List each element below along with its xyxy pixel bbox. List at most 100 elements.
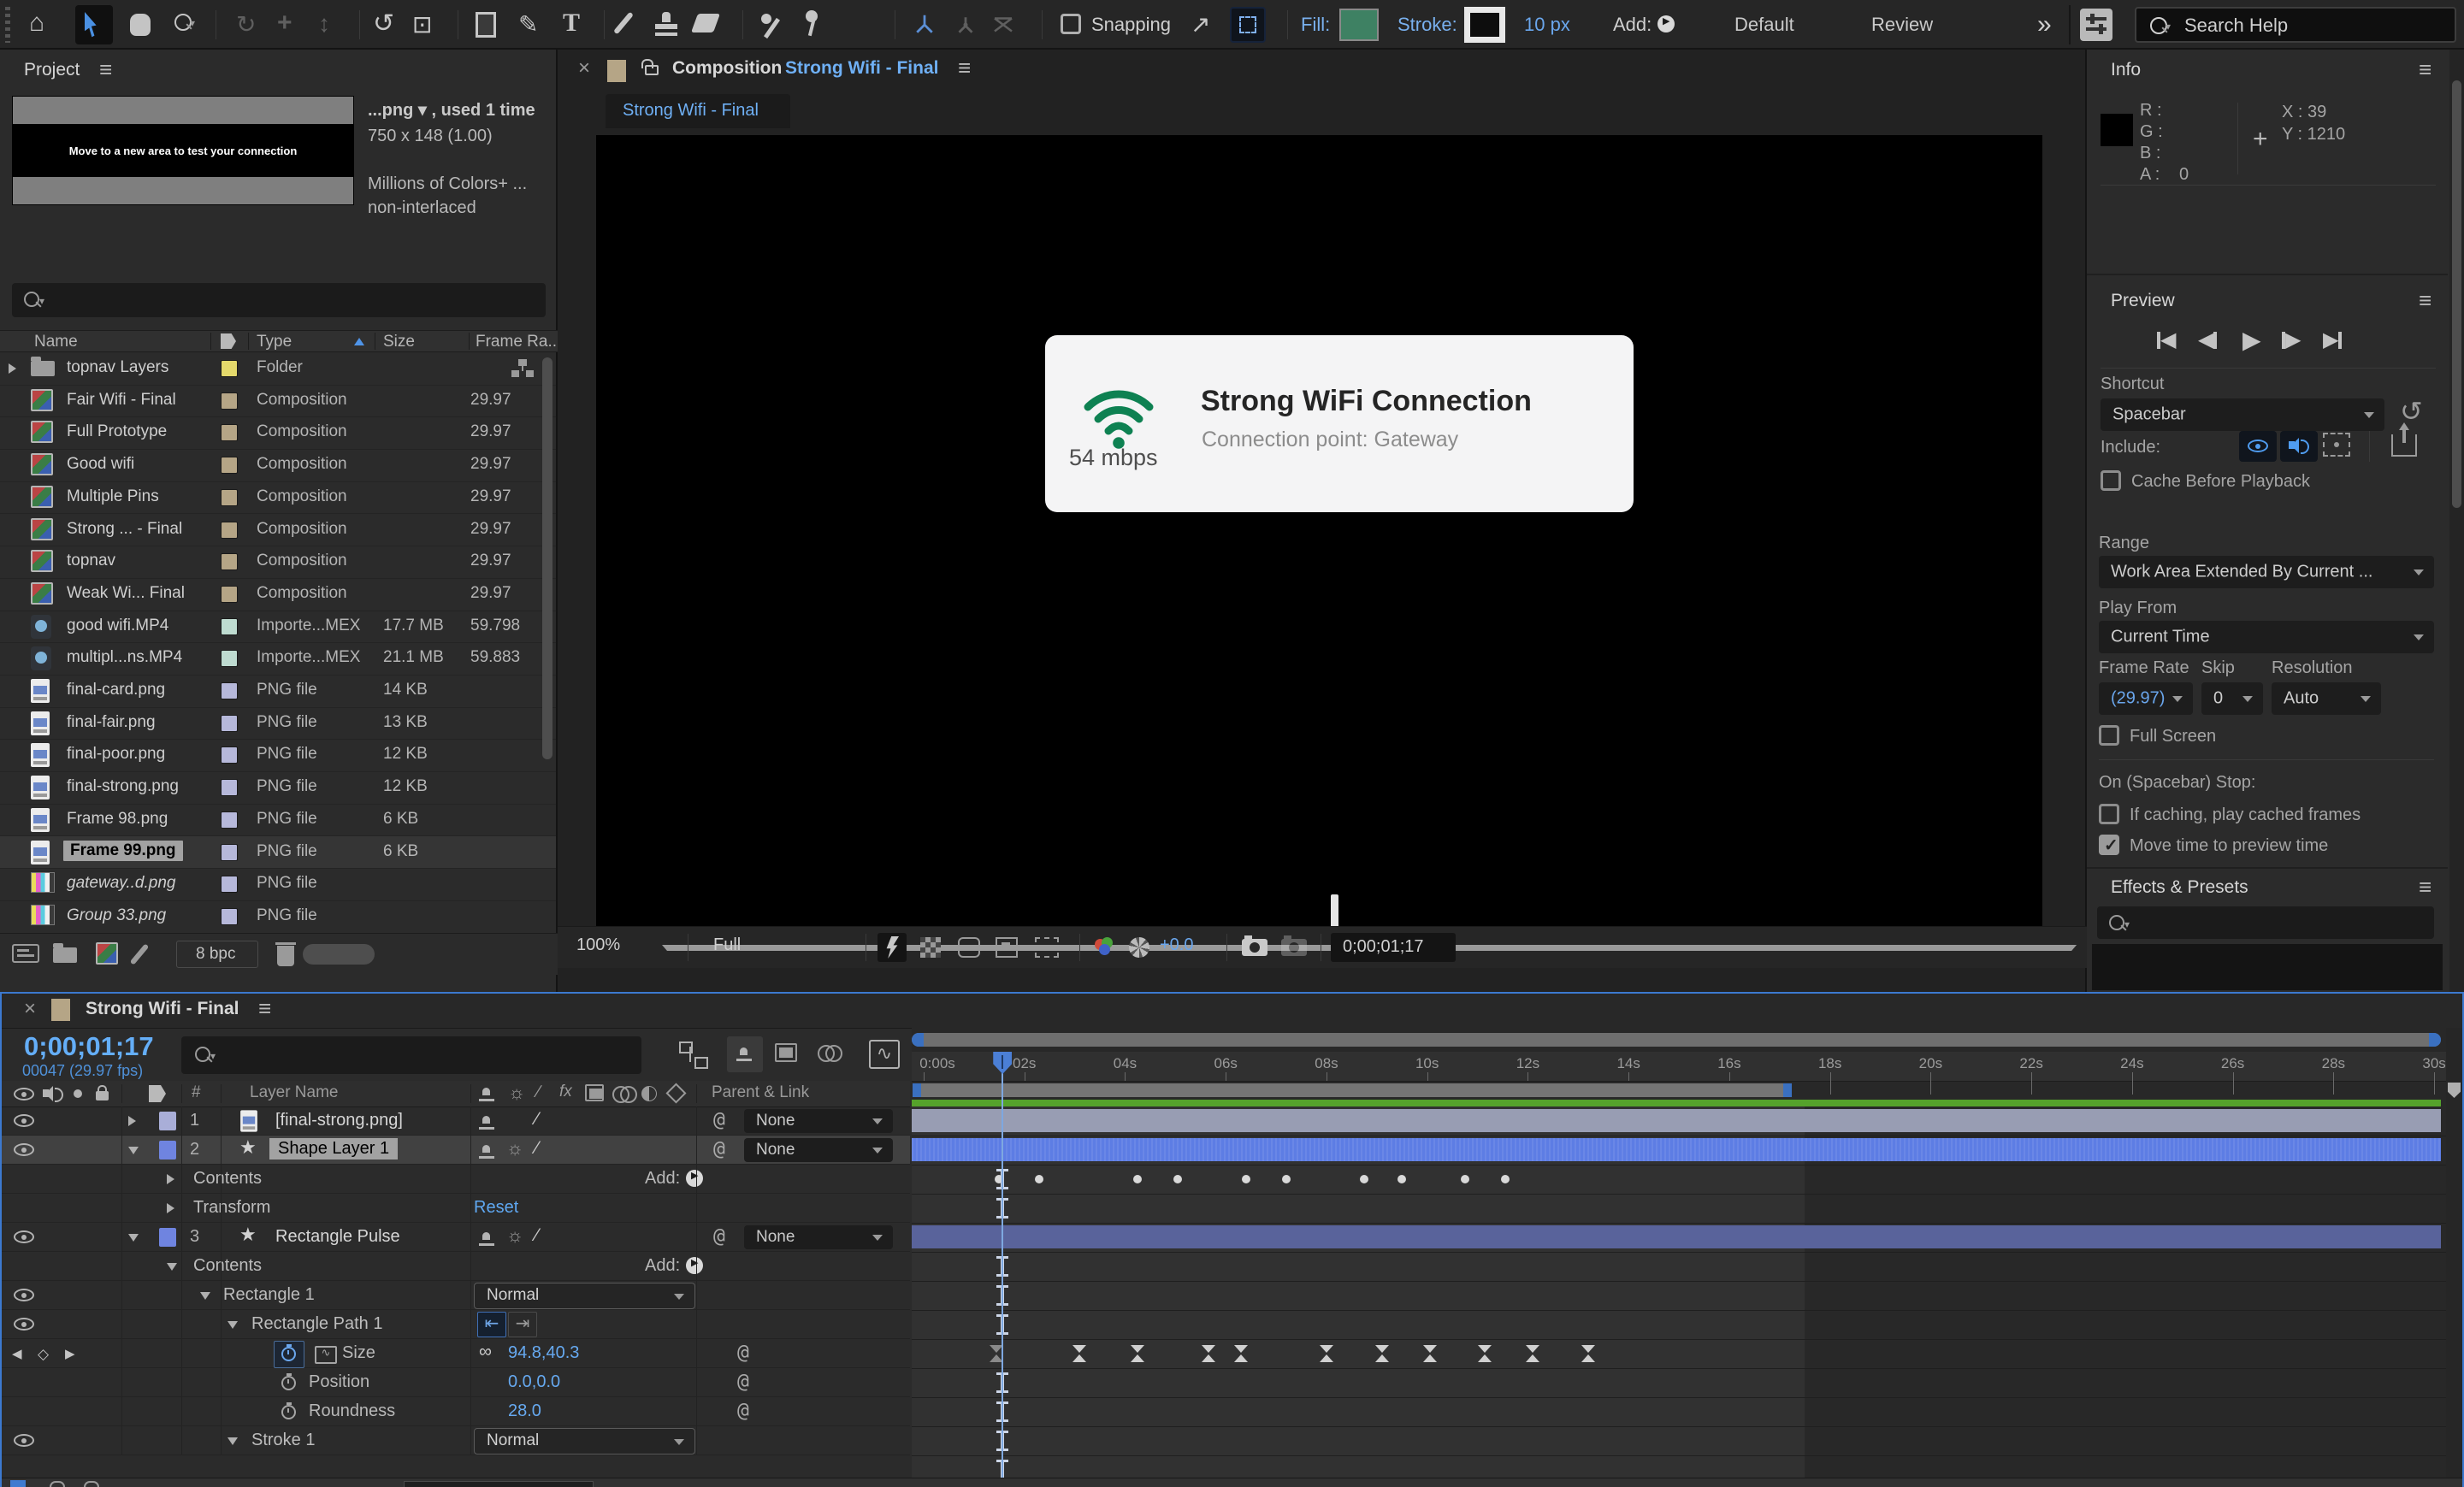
effects-panel-title[interactable]: Effects & Presets <box>2111 877 2248 898</box>
workspace-tab-default[interactable]: Default <box>1734 14 1794 36</box>
column-name[interactable]: Name <box>34 333 78 351</box>
column-label-icon[interactable] <box>221 333 236 349</box>
motion-blur-master-icon[interactable] <box>818 1045 842 1062</box>
layer-duration-bar[interactable] <box>912 1225 2441 1248</box>
preview-panel-title[interactable]: Preview <box>2111 291 2175 311</box>
navigator-start-handle[interactable] <box>912 1033 924 1047</box>
label-color-swatch[interactable] <box>221 746 238 764</box>
parent-link-dropdown[interactable]: None <box>744 1109 893 1133</box>
list-item[interactable]: Frame 98.pngPNG file6 KB <box>0 804 556 837</box>
view-axis-mode-icon[interactable] <box>990 12 1016 38</box>
layer-label-swatch[interactable] <box>159 1112 176 1130</box>
column-shy-icon[interactable] <box>479 1087 494 1101</box>
property-row[interactable]: Roundness28.0@ <box>2 1397 910 1426</box>
layer-name[interactable]: Shape Layer 1 <box>269 1138 398 1160</box>
roto-brush-tool[interactable] <box>759 12 783 38</box>
mini-flowchart-icon[interactable] <box>677 1040 708 1069</box>
twirl-icon[interactable] <box>128 1147 139 1154</box>
info-panel-title[interactable]: Info <box>2111 60 2141 80</box>
comp-canvas[interactable]: 54 mbps Strong WiFi Connection Connectio… <box>596 135 2042 926</box>
property-pickwhip-icon[interactable]: @ <box>737 1400 749 1422</box>
shortcut-dropdown[interactable]: Spacebar <box>2101 398 2384 431</box>
work-area-bar[interactable] <box>912 1083 1793 1098</box>
add-shape-property-button[interactable] <box>686 1170 703 1187</box>
twirl-icon[interactable] <box>167 1174 174 1184</box>
interpret-footage-icon[interactable] <box>12 944 39 963</box>
column-size[interactable]: Size <box>383 333 415 351</box>
resolution-value[interactable]: Full <box>713 935 741 955</box>
list-item[interactable]: final-card.pngPNG file14 KB <box>0 675 556 708</box>
list-item[interactable]: Fair Wifi - FinalComposition29.97 <box>0 385 556 418</box>
size-keyframe[interactable] <box>1234 1345 1248 1362</box>
list-item[interactable]: Good wifiComposition29.97 <box>0 449 556 482</box>
label-color-swatch[interactable] <box>221 715 238 732</box>
snapping-checkbox[interactable] <box>1061 14 1081 34</box>
group-name[interactable]: Stroke 1 <box>251 1431 315 1450</box>
property-name[interactable]: Roundness <box>309 1401 395 1421</box>
show-snapshot-icon[interactable] <box>1281 939 1307 956</box>
twirl-icon[interactable] <box>200 1292 210 1300</box>
layer-visibility-eye-icon[interactable] <box>14 1230 34 1244</box>
column-motion-blur-icon[interactable] <box>612 1086 633 1100</box>
layer-visibility-eye-icon[interactable] <box>14 1434 34 1448</box>
property-row[interactable]: ContentsAdd: <box>2 1165 910 1194</box>
label-color-swatch[interactable] <box>221 779 238 796</box>
rectangle-tool[interactable] <box>476 12 496 38</box>
shy-icon[interactable] <box>479 1231 494 1246</box>
transport-last-frame-button[interactable]: ▶ <box>2323 330 2342 350</box>
property-row[interactable]: Position0.0,0.0@ <box>2 1368 910 1397</box>
group-name[interactable]: Rectangle Path 1 <box>251 1314 382 1334</box>
layer-duration-bar[interactable] <box>912 1138 2441 1161</box>
layer-name[interactable]: Rectangle Pulse <box>275 1227 400 1247</box>
trash-icon[interactable] <box>275 941 296 966</box>
playhead-line[interactable] <box>1002 1052 1003 1478</box>
column-quality-icon[interactable]: ∕ <box>537 1083 540 1102</box>
collapse-transforms-icon[interactable]: ☼ <box>506 1224 523 1247</box>
property-row[interactable]: Rectangle 1Normal <box>2 1281 910 1310</box>
layer-visibility-eye-icon[interactable] <box>14 1289 34 1302</box>
size-keyframe[interactable] <box>1320 1345 1333 1362</box>
list-item[interactable]: Frame 99.pngPNG file6 KB <box>0 836 556 870</box>
graph-editor-button[interactable]: ∿ <box>869 1040 900 1069</box>
transparency-grid-icon[interactable] <box>920 937 941 958</box>
panel-grip[interactable] <box>5 7 10 43</box>
workspace-overflow-icon[interactable]: » <box>2037 10 2052 39</box>
layer-row[interactable]: 1[final-strong.png]∕@None <box>2 1106 910 1136</box>
timeline-vscrollbar[interactable] <box>2446 1028 2462 1478</box>
property-value[interactable]: 0.0,0.0 <box>508 1372 560 1392</box>
column-audio-icon[interactable] <box>43 1086 62 1101</box>
workspace-tab-review[interactable]: Review <box>1871 14 1933 36</box>
bit-depth-button[interactable]: 8 bpc <box>176 941 258 968</box>
region-of-interest-icon[interactable] <box>996 937 1018 958</box>
column-label-icon[interactable] <box>149 1085 166 1102</box>
help-search-box[interactable]: Search Help <box>2135 7 2456 43</box>
parent-pickwhip-icon[interactable]: @ <box>713 1138 725 1160</box>
property-row[interactable]: ContentsAdd: <box>2 1252 910 1281</box>
label-color-swatch[interactable] <box>221 553 238 570</box>
size-keyframe[interactable] <box>1478 1345 1492 1362</box>
frame-rate-dropdown[interactable]: (29.97) <box>2099 682 2193 715</box>
property-name[interactable]: Position <box>309 1372 369 1392</box>
include-overlays-button[interactable] <box>2323 433 2350 457</box>
label-color-swatch[interactable] <box>221 682 238 699</box>
keyframe-dot[interactable] <box>1242 1175 1250 1183</box>
world-axis-mode-icon[interactable] <box>953 12 978 38</box>
list-item[interactable]: Strong ... - FinalComposition29.97 <box>0 514 556 547</box>
parent-pickwhip-icon[interactable]: @ <box>713 1225 725 1248</box>
home-icon[interactable]: ⌂ <box>29 9 44 38</box>
stroke-label[interactable]: Stroke: <box>1397 14 1457 36</box>
label-color-swatch[interactable] <box>221 489 238 506</box>
layer-name[interactable]: [final-strong.png] <box>275 1111 403 1130</box>
label-color-swatch[interactable] <box>221 618 238 635</box>
zoom-level-value[interactable]: 100% <box>576 935 620 955</box>
list-item[interactable]: Group 33.pngPNG file <box>0 900 556 933</box>
label-color-swatch[interactable] <box>221 844 238 861</box>
layer-row[interactable]: 3★Rectangle Pulse☼∕@None <box>2 1223 910 1252</box>
snapshot-icon[interactable] <box>1242 939 1267 956</box>
stroke-swatch[interactable] <box>1464 7 1505 43</box>
property-name[interactable]: Size <box>342 1343 375 1363</box>
layer-visibility-eye-icon[interactable] <box>14 1318 34 1331</box>
quality-icon[interactable]: ∕ <box>535 1109 539 1130</box>
column-3d-icon[interactable] <box>665 1083 686 1103</box>
twirl-icon[interactable] <box>9 363 16 374</box>
